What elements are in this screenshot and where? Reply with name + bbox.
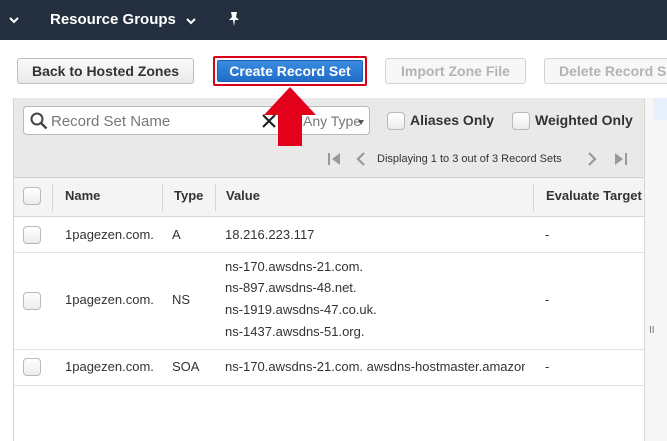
caret-down-icon <box>358 120 364 125</box>
chevron-down-icon[interactable] <box>8 14 20 26</box>
row-checkbox[interactable] <box>23 292 41 310</box>
record-value-line: ns-897.awsdns-48.net. <box>225 280 357 295</box>
delete-record-set-button[interactable]: Delete Record Set <box>544 58 667 84</box>
table-row[interactable]: 1pagezen.com. A 18.216.223.117 - <box>14 217 644 253</box>
create-record-set-button[interactable]: Create Record Set <box>217 60 363 82</box>
record-value-line: ns-170.awsdns-21.com. <box>225 259 364 274</box>
record-set-toolbar: Back to Hosted Zones Create Record Set I… <box>0 40 667 98</box>
previous-page-icon[interactable] <box>355 152 367 166</box>
column-header-value[interactable]: Value <box>226 188 260 203</box>
pin-icon[interactable] <box>227 11 241 27</box>
record-name: 1pagezen.com. <box>65 292 154 307</box>
create-record-set-highlight: Create Record Set <box>213 56 367 86</box>
record-value: ns-170.awsdns-21.com. awsdns-hostmaster.… <box>225 359 525 374</box>
record-value: 18.216.223.117 <box>225 227 315 242</box>
search-box <box>23 106 287 135</box>
column-header-type[interactable]: Type <box>174 188 203 203</box>
last-page-icon[interactable] <box>612 152 628 166</box>
record-value-line: ns-1919.awsdns-47.co.uk. <box>225 302 377 317</box>
chevron-down-icon[interactable] <box>185 15 197 27</box>
weighted-only-checkbox[interactable] <box>512 112 530 130</box>
row-checkbox[interactable] <box>23 226 41 244</box>
record-evaluate-target: - <box>545 359 550 374</box>
filter-bar: Any Type Aliases Only Weighted Only Disp… <box>14 98 644 178</box>
column-divider <box>215 184 216 211</box>
column-header-name[interactable]: Name <box>65 188 100 203</box>
weighted-only-label: Weighted Only <box>535 112 633 128</box>
top-nav-bar: Resource Groups <box>0 0 667 40</box>
right-detail-strip: II <box>645 98 667 441</box>
back-to-hosted-zones-button[interactable]: Back to Hosted Zones <box>17 58 194 84</box>
record-type: A <box>172 227 181 242</box>
column-divider <box>162 184 163 211</box>
column-divider <box>52 184 53 211</box>
record-type: SOA <box>172 359 200 374</box>
table-row[interactable]: 1pagezen.com. NS ns-170.awsdns-21.com. n… <box>14 253 644 350</box>
record-evaluate-target: - <box>545 227 550 242</box>
resize-grip[interactable]: II <box>649 325 655 336</box>
aliases-only-checkbox[interactable] <box>387 112 405 130</box>
table-header: Name Type Value Evaluate Target <box>14 178 644 217</box>
table-row[interactable]: 1pagezen.com. SOA ns-170.awsdns-21.com. … <box>14 350 644 386</box>
import-zone-file-button[interactable]: Import Zone File <box>385 58 526 84</box>
detail-header <box>653 98 667 120</box>
next-page-icon[interactable] <box>586 152 598 166</box>
pager-status: Displaying 1 to 3 out of 3 Record Sets <box>377 153 562 165</box>
record-name: 1pagezen.com. <box>65 359 154 374</box>
record-set-name-input[interactable] <box>51 111 251 131</box>
row-checkbox[interactable] <box>23 358 41 376</box>
column-header-evaluate-target[interactable]: Evaluate Target <box>546 188 642 203</box>
record-type: NS <box>172 292 191 307</box>
record-value-line: ns-1437.awsdns-51.org. <box>225 324 365 339</box>
select-all-checkbox[interactable] <box>23 187 41 205</box>
record-evaluate-target: - <box>545 292 550 307</box>
first-page-icon[interactable] <box>327 152 343 166</box>
record-sets-panel: Any Type Aliases Only Weighted Only Disp… <box>13 98 645 441</box>
search-icon <box>30 112 48 130</box>
aliases-only-label: Aliases Only <box>410 112 495 128</box>
record-name: 1pagezen.com. <box>65 227 154 242</box>
red-arrow-icon <box>264 87 316 146</box>
resource-groups-menu[interactable]: Resource Groups <box>50 11 176 28</box>
column-divider <box>533 184 534 211</box>
